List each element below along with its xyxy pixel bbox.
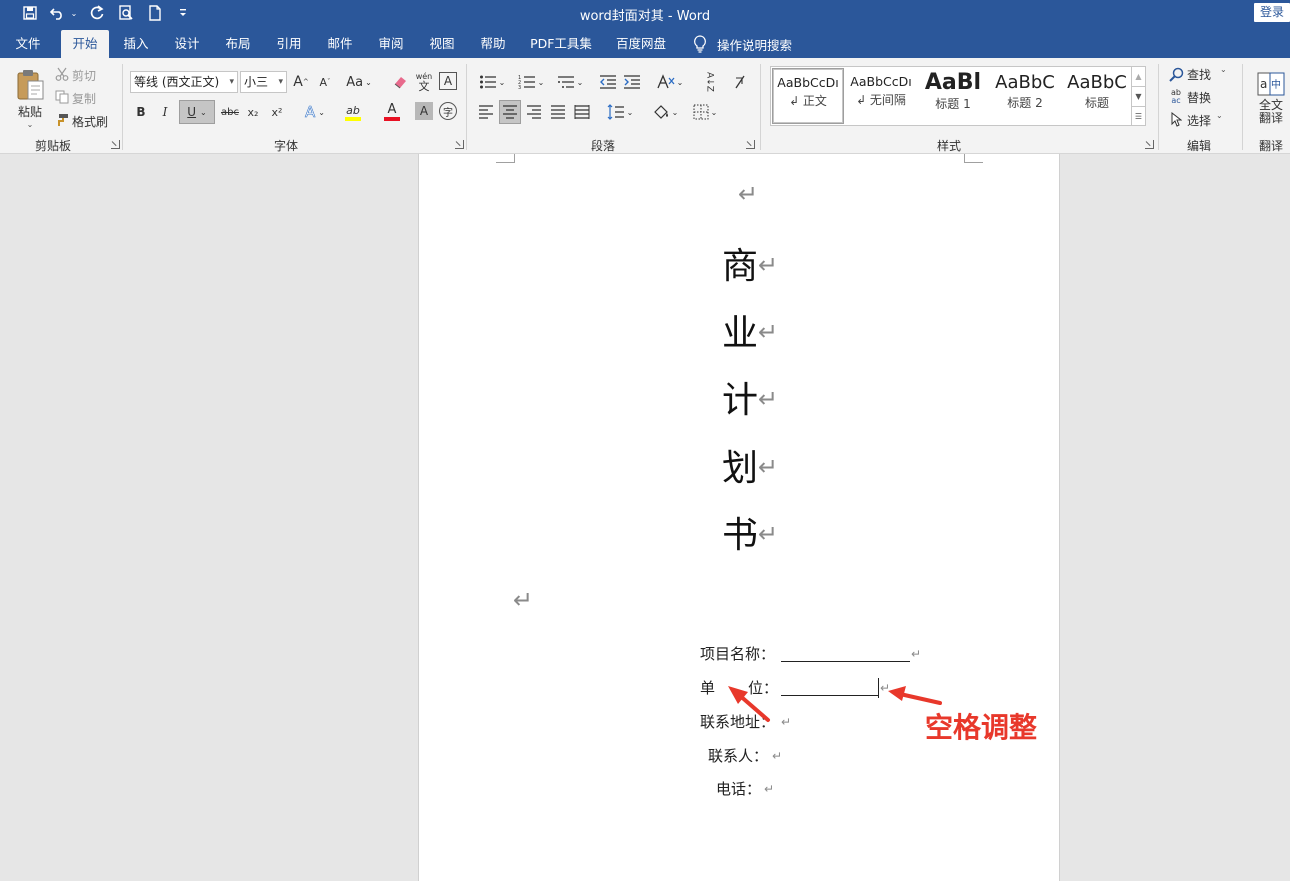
annotation-arrows — [728, 686, 942, 722]
annotation-arrow-icon — [728, 686, 770, 722]
annotation-arrow-icon — [888, 686, 942, 705]
annotation-label: 空格调整 — [925, 711, 1038, 744]
